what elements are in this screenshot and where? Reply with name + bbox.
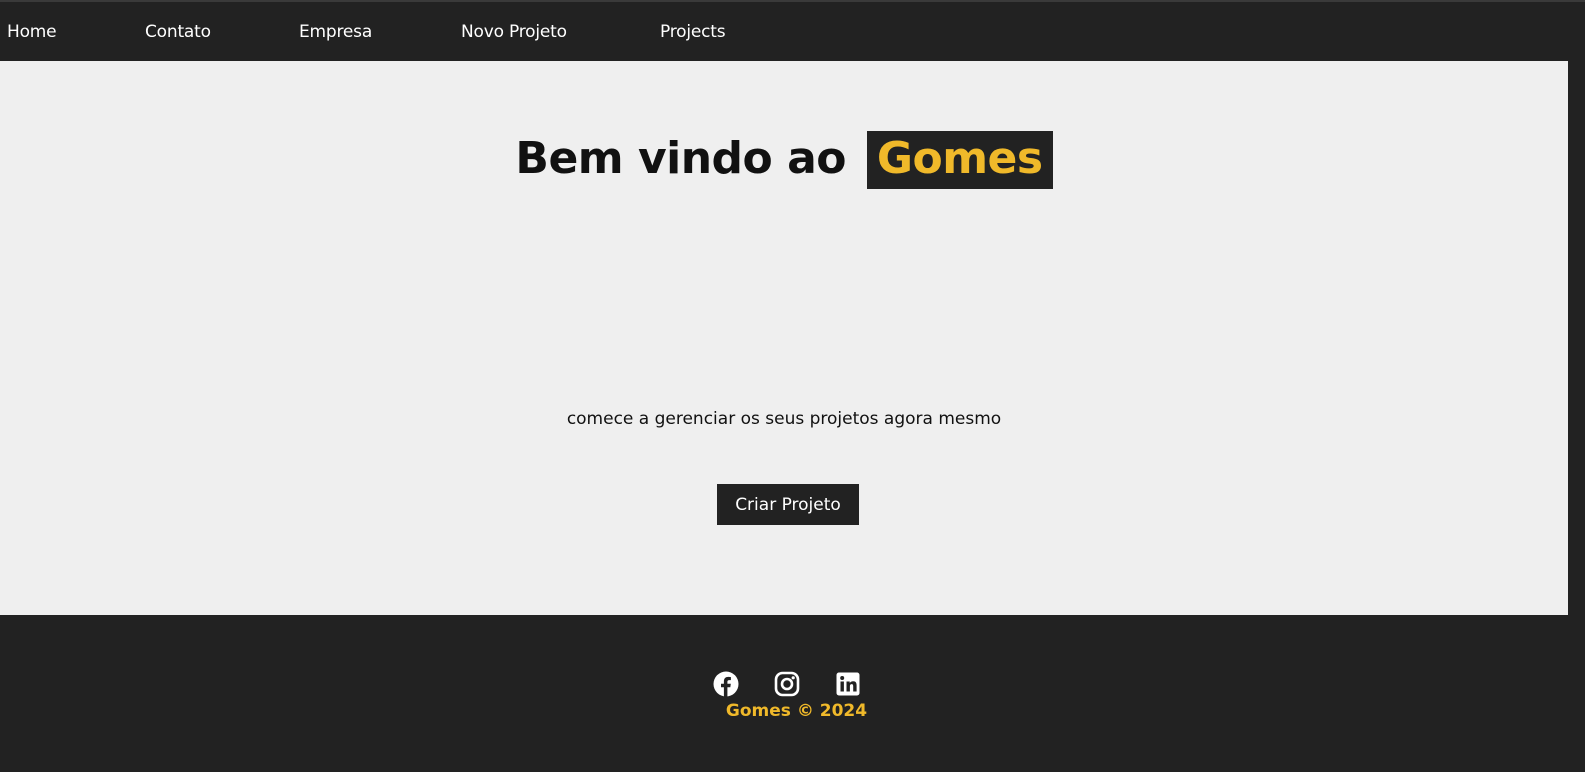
hero-section: Bem vindo ao Gomes comece a gerenciar os… (0, 61, 1568, 615)
top-navbar: Home Contato Empresa Novo Projeto Projec… (0, 0, 1585, 61)
nav-link-home[interactable]: Home (7, 22, 57, 42)
nav-link-contato[interactable]: Contato (145, 22, 211, 42)
footer: Gomes © 2024 (0, 615, 1585, 772)
hero-title: Bem vindo ao Gomes (0, 131, 1568, 190)
copyright-text: Gomes © 2024 (0, 701, 1585, 721)
create-project-button[interactable]: Criar Projeto (717, 484, 859, 525)
page-scrollbar[interactable] (1568, 61, 1585, 615)
instagram-icon[interactable] (772, 669, 802, 699)
copyright-symbol: © (796, 701, 814, 721)
footer-brand: Gomes (725, 701, 791, 721)
hero-title-prefix: Bem vindo ao (515, 133, 847, 184)
nav-link-novo-projeto[interactable]: Novo Projeto (461, 22, 567, 42)
nav-link-projects[interactable]: Projects (660, 22, 726, 42)
hero-subtitle: comece a gerenciar os seus projetos agor… (566, 409, 1002, 429)
nav-link-empresa[interactable]: Empresa (299, 22, 372, 42)
facebook-icon[interactable] (711, 669, 741, 699)
hero-title-brand: Gomes (866, 131, 1053, 190)
copyright-year: 2024 (819, 701, 868, 721)
linkedin-icon[interactable] (833, 669, 863, 699)
